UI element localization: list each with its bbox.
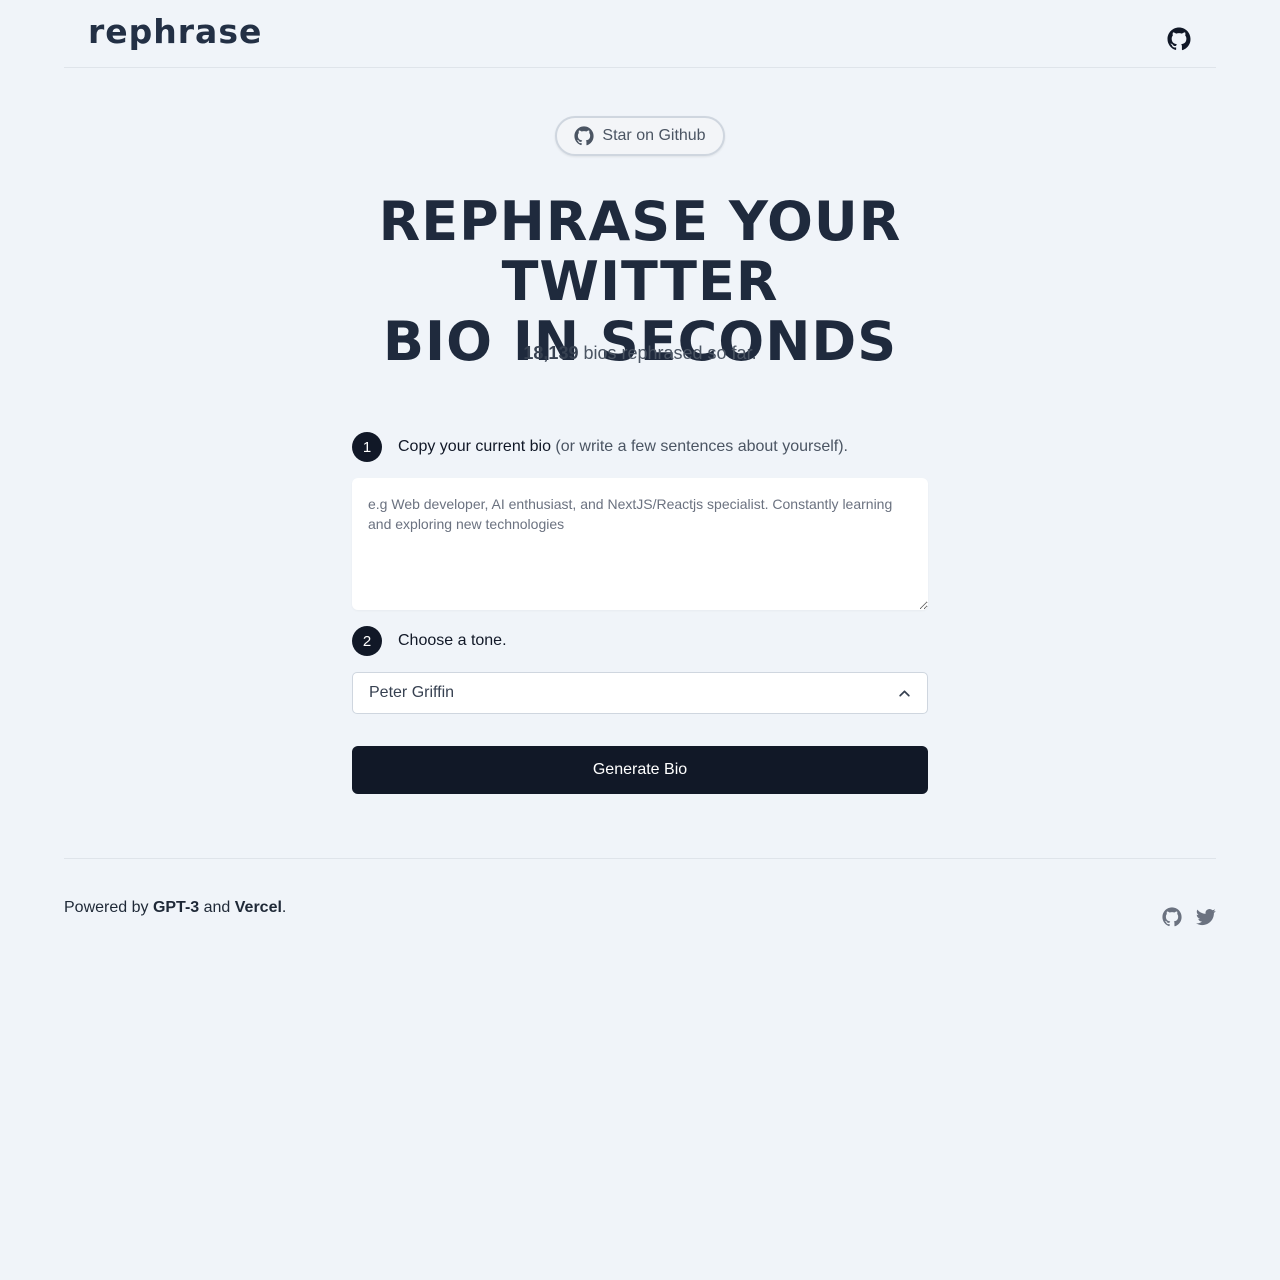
period: . [281,899,287,916]
star-on-github-button[interactable]: Star on Github [555,116,725,156]
step-2-badge: 2 [352,626,382,656]
tone-select[interactable]: Peter Griffin [352,672,928,714]
chevron-up-icon [898,687,911,700]
gpt3-link[interactable]: GPT-3 [153,899,199,916]
vercel-link[interactable]: Vercel [235,899,282,916]
logo[interactable]: rephrase [88,12,262,51]
footer-credits: Powered by GPT-3 and Vercel. [64,899,286,917]
footer-divider [64,858,1216,859]
step-2: 2 Choose a tone. [352,626,507,656]
step-1: 1 Copy your current bio (or write a few … [352,432,848,462]
twitter-icon[interactable] [1196,907,1216,927]
tone-selected-value: Peter Griffin [369,684,455,701]
bio-input[interactable] [352,478,928,610]
step-1-label: Copy your current bio (or write a few se… [398,438,848,456]
bios-count-text: 18,139 bios rephrased so far. [0,343,1280,364]
step-1-label-hint: (or write a few sentences about yourself… [550,438,848,455]
github-icon [574,126,594,146]
star-button-label: Star on Github [602,127,706,144]
step-2-label: Choose a tone. [398,632,507,649]
github-icon[interactable] [1162,907,1182,927]
site-header: rephrase [64,0,1216,68]
generate-bio-button[interactable]: Generate Bio [352,746,928,794]
step-1-label-main: Copy your current bio [398,438,551,455]
and-text: and [199,899,235,916]
github-icon[interactable] [1167,27,1191,51]
bios-count-suffix: bios rephrased so far. [578,343,757,363]
step-1-badge: 1 [352,432,382,462]
powered-by-prefix: Powered by [64,899,153,916]
bios-count: 18,139 [523,343,579,363]
footer-social-links [1162,907,1216,927]
title-line-1: Rephrase your Twitter [378,190,902,313]
